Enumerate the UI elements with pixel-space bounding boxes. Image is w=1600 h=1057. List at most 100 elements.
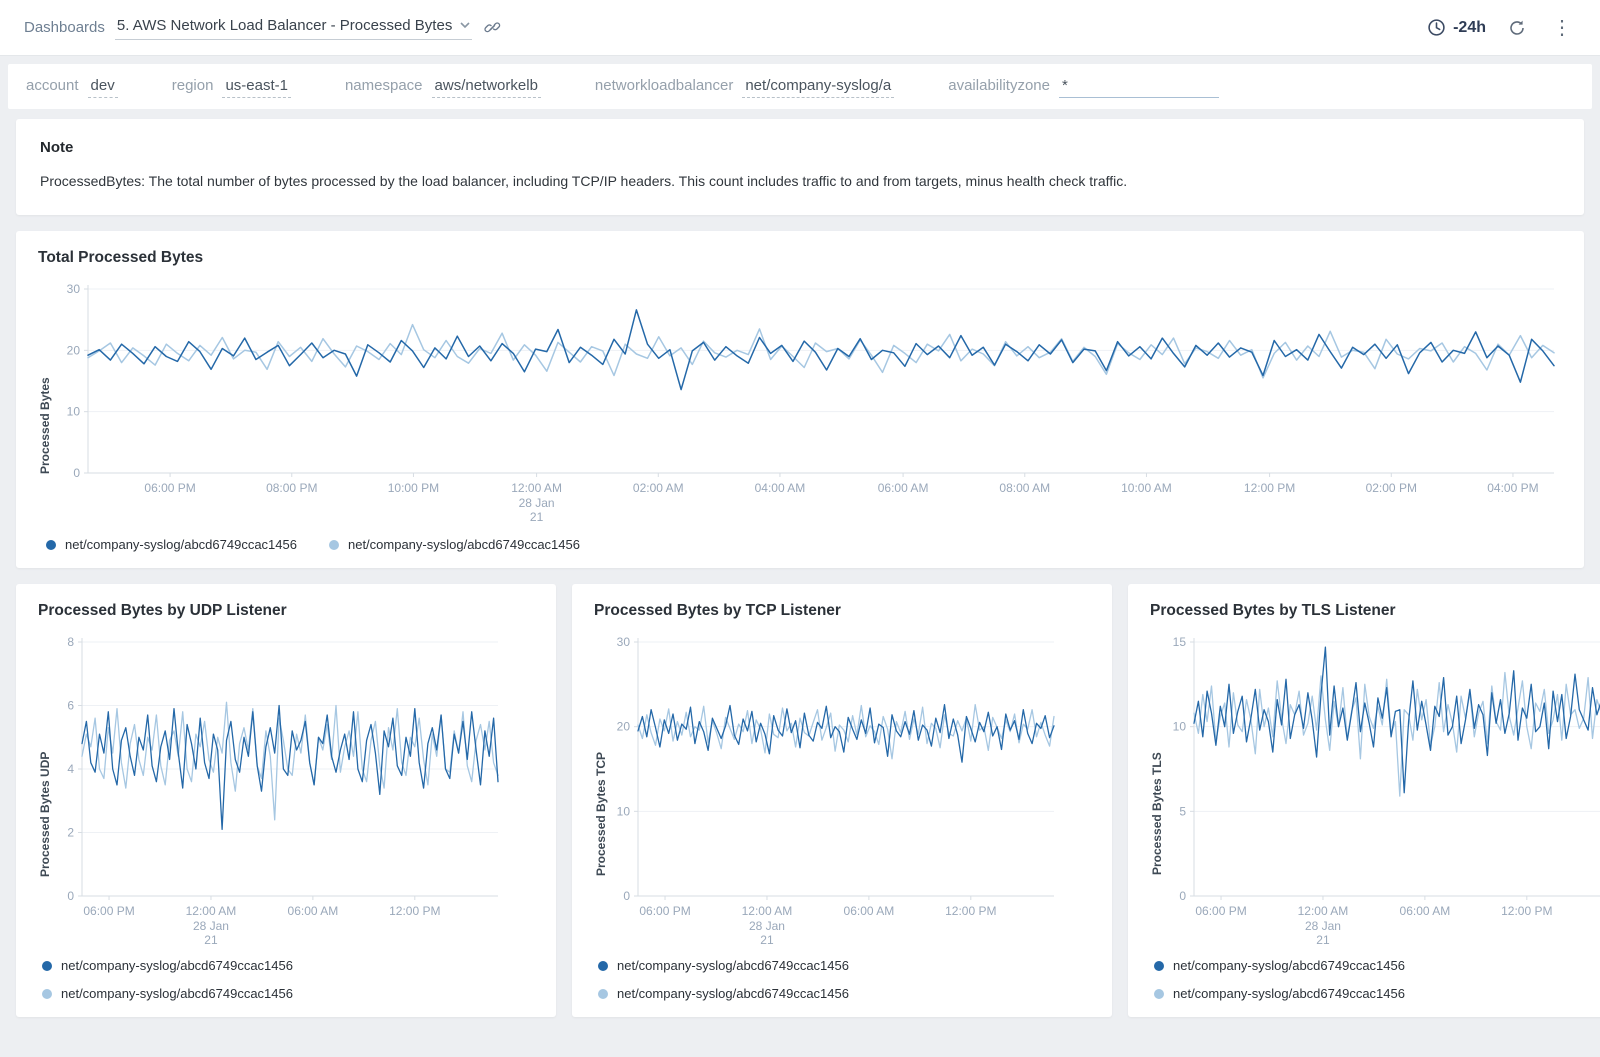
legend-item[interactable]: net/company-syslog/abcd6749ccac1456: [1154, 958, 1600, 973]
dashboard-title: 5. AWS Network Load Balancer - Processed…: [117, 17, 452, 34]
panel-udp-listener: Processed Bytes by UDP Listener Processe…: [16, 584, 556, 1017]
panel-total-processed-bytes: Total Processed Bytes Processed Bytes 0 1…: [16, 231, 1584, 568]
panel-title: Total Processed Bytes: [38, 249, 1562, 267]
filter-region: region us-east-1: [172, 77, 291, 98]
series-color-dot: [42, 961, 52, 971]
filter-networkloadbalancer: networkloadbalancer net/company-syslog/a: [595, 77, 894, 98]
legend-label: net/company-syslog/abcd6749ccac1456: [61, 986, 293, 1001]
legend-label: net/company-syslog/abcd6749ccac1456: [61, 958, 293, 973]
note-title: Note: [40, 139, 1560, 156]
panel-title: Processed Bytes by TLS Listener: [1150, 602, 1600, 620]
filter-label: availabilityzone: [948, 77, 1050, 94]
svg-text:12:00 PM: 12:00 PM: [389, 904, 440, 918]
note-body: ProcessedBytes: The total number of byte…: [40, 173, 1560, 189]
legend-label: net/company-syslog/abcd6749ccac1456: [65, 537, 297, 552]
svg-text:0: 0: [623, 889, 630, 903]
filter-networkloadbalancer-input[interactable]: net/company-syslog/a: [742, 77, 894, 98]
series-color-dot: [329, 540, 339, 550]
chart-svg: 010203006:00 PM12:00 AM28 Jan2106:00 AM1…: [608, 630, 1062, 952]
svg-text:15: 15: [1173, 635, 1187, 649]
filter-availabilityzone-input[interactable]: *: [1059, 77, 1219, 98]
filter-region-input[interactable]: us-east-1: [222, 77, 291, 98]
series-color-dot: [42, 989, 52, 999]
svg-text:30: 30: [67, 282, 81, 296]
svg-text:12:00 PM: 12:00 PM: [1501, 904, 1552, 918]
legend-label: net/company-syslog/abcd6749ccac1456: [1173, 986, 1405, 1001]
svg-text:21: 21: [1316, 933, 1330, 947]
refresh-icon[interactable]: [1508, 19, 1526, 37]
filter-bar: account dev region us-east-1 namespace a…: [8, 64, 1592, 109]
y-axis-label: Processed Bytes TCP: [594, 630, 608, 952]
svg-text:12:00 AM: 12:00 AM: [1298, 904, 1349, 918]
panel-tls-listener: Processed Bytes by TLS Listener Processe…: [1128, 584, 1600, 1017]
chart-svg: 0246806:00 PM12:00 AM28 Jan2106:00 AM12:…: [52, 630, 506, 952]
svg-text:5: 5: [1179, 804, 1186, 818]
tls-listener-chart[interactable]: 05101506:00 PM12:00 AM28 Jan2106:00 AM12…: [1164, 630, 1600, 952]
legend-label: net/company-syslog/abcd6749ccac1456: [617, 986, 849, 1001]
svg-text:06:00 PM: 06:00 PM: [144, 481, 195, 495]
filter-account-input[interactable]: dev: [88, 77, 118, 98]
legend-item[interactable]: net/company-syslog/abcd6749ccac1456: [598, 986, 1090, 1001]
svg-text:12:00 AM: 12:00 AM: [511, 481, 562, 495]
svg-text:12:00 PM: 12:00 PM: [1244, 481, 1295, 495]
svg-text:6: 6: [67, 699, 74, 713]
udp-listener-chart[interactable]: 0246806:00 PM12:00 AM28 Jan2106:00 AM12:…: [52, 630, 534, 952]
filter-account: account dev: [26, 77, 118, 98]
svg-text:28 Jan: 28 Jan: [749, 919, 785, 933]
total-processed-bytes-chart[interactable]: 010203006:00 PM08:00 PM10:00 PM12:00 AM2…: [52, 277, 1562, 529]
filter-namespace-input[interactable]: aws/networkelb: [432, 77, 541, 98]
legend-item[interactable]: net/company-syslog/abcd6749ccac1456: [1154, 986, 1600, 1001]
y-axis-label: Processed Bytes TLS: [1150, 630, 1164, 952]
svg-text:04:00 AM: 04:00 AM: [755, 481, 806, 495]
svg-text:06:00 AM: 06:00 AM: [844, 904, 895, 918]
time-range-selector[interactable]: -24h: [1427, 18, 1486, 37]
y-axis-label: Processed Bytes: [38, 277, 52, 529]
legend-item[interactable]: net/company-syslog/abcd6749ccac1456: [598, 958, 1090, 973]
svg-text:04:00 PM: 04:00 PM: [1487, 481, 1538, 495]
chart-legend: net/company-syslog/abcd6749ccac1456 net/c…: [38, 537, 1562, 552]
series-color-dot: [1154, 961, 1164, 971]
svg-text:02:00 PM: 02:00 PM: [1366, 481, 1417, 495]
filter-label: account: [26, 77, 79, 94]
svg-text:8: 8: [67, 635, 74, 649]
legend-item[interactable]: net/company-syslog/abcd6749ccac1456: [42, 986, 534, 1001]
panel-title: Processed Bytes by TCP Listener: [594, 602, 1090, 620]
note-panel: Note ProcessedBytes: The total number of…: [16, 119, 1584, 215]
svg-text:06:00 AM: 06:00 AM: [288, 904, 339, 918]
chart-legend: net/company-syslog/abcd6749ccac1456 net/c…: [38, 958, 534, 1001]
svg-text:4: 4: [67, 762, 74, 776]
legend-item[interactable]: net/company-syslog/abcd6749ccac1456: [46, 537, 297, 552]
filter-label: region: [172, 77, 214, 94]
svg-text:0: 0: [73, 466, 80, 480]
svg-text:08:00 PM: 08:00 PM: [266, 481, 317, 495]
svg-text:06:00 AM: 06:00 AM: [1400, 904, 1451, 918]
svg-text:10:00 PM: 10:00 PM: [388, 481, 439, 495]
svg-text:06:00 AM: 06:00 AM: [878, 481, 929, 495]
svg-text:10: 10: [67, 405, 81, 419]
legend-item[interactable]: net/company-syslog/abcd6749ccac1456: [329, 537, 580, 552]
svg-text:28 Jan: 28 Jan: [1305, 919, 1341, 933]
series-color-dot: [598, 961, 608, 971]
svg-text:08:00 AM: 08:00 AM: [999, 481, 1050, 495]
svg-text:06:00 PM: 06:00 PM: [639, 904, 690, 918]
series-color-dot: [1154, 989, 1164, 999]
svg-text:0: 0: [1179, 889, 1186, 903]
svg-text:21: 21: [760, 933, 774, 947]
chart-legend: net/company-syslog/abcd6749ccac1456 net/c…: [1150, 958, 1600, 1001]
dashboard-title-dropdown[interactable]: 5. AWS Network Load Balancer - Processed…: [115, 15, 472, 40]
y-axis-label: Processed Bytes UDP: [38, 630, 52, 952]
kebab-menu-icon[interactable]: ⋮: [1548, 18, 1576, 38]
tcp-listener-chart[interactable]: 010203006:00 PM12:00 AM28 Jan2106:00 AM1…: [608, 630, 1090, 952]
svg-text:0: 0: [67, 889, 74, 903]
svg-text:06:00 PM: 06:00 PM: [83, 904, 134, 918]
chart-svg: 010203006:00 PM08:00 PM10:00 PM12:00 AM2…: [52, 277, 1562, 529]
filter-label: namespace: [345, 77, 423, 94]
share-link-icon[interactable]: [484, 19, 501, 36]
svg-text:21: 21: [530, 510, 544, 524]
svg-text:21: 21: [204, 933, 218, 947]
panel-title: Processed Bytes by UDP Listener: [38, 602, 534, 620]
legend-item[interactable]: net/company-syslog/abcd6749ccac1456: [42, 958, 534, 973]
svg-text:10:00 AM: 10:00 AM: [1121, 481, 1172, 495]
filter-label: networkloadbalancer: [595, 77, 733, 94]
top-bar: Dashboards 5. AWS Network Load Balancer …: [0, 0, 1600, 56]
